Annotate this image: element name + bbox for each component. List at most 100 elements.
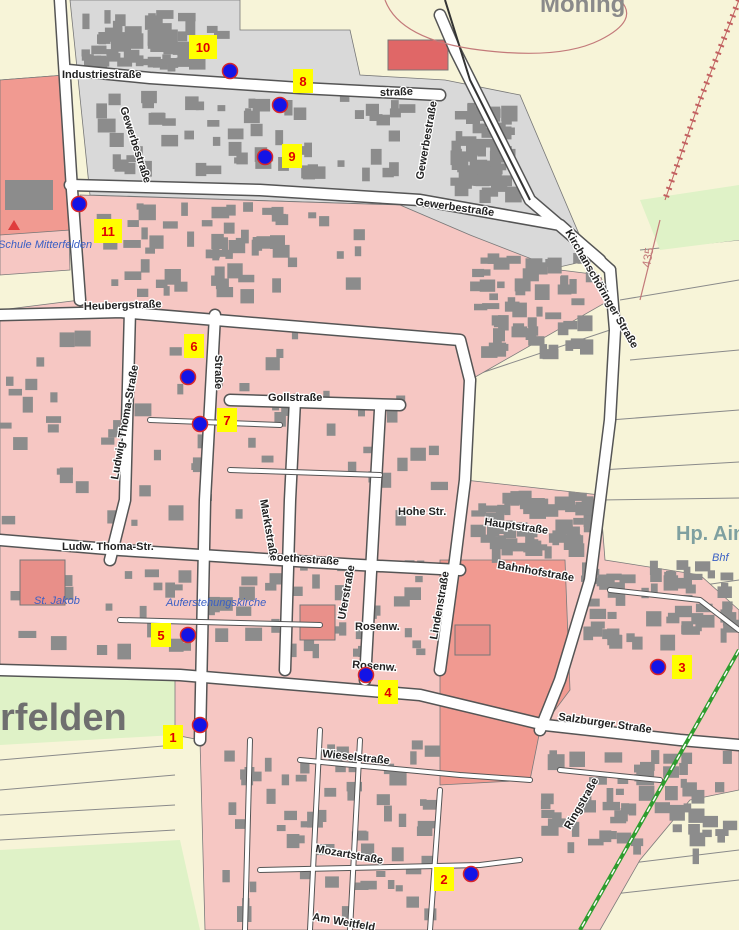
building (504, 502, 511, 516)
building (522, 268, 539, 282)
building (324, 787, 337, 797)
building (108, 93, 121, 106)
marker-dot[interactable] (191, 415, 209, 433)
building (391, 847, 404, 862)
building (153, 449, 161, 461)
building (633, 845, 641, 855)
building (404, 628, 412, 638)
building (245, 627, 263, 641)
building (276, 348, 284, 358)
building (567, 842, 575, 854)
building (688, 808, 705, 823)
marker-number: 11 (101, 224, 115, 239)
building (287, 257, 298, 268)
building (276, 825, 286, 832)
marker-dot[interactable] (256, 148, 274, 166)
building (681, 752, 693, 764)
building (265, 582, 277, 591)
building (153, 582, 163, 591)
building (354, 110, 364, 119)
building (101, 437, 115, 445)
building (497, 281, 505, 289)
marker-number: 3 (678, 660, 685, 675)
building (501, 538, 518, 550)
building (487, 253, 500, 264)
building (669, 804, 685, 821)
building (500, 321, 508, 329)
building (565, 340, 574, 351)
building (243, 202, 253, 212)
building (664, 571, 677, 581)
building (563, 320, 578, 330)
building (532, 540, 542, 553)
building (501, 105, 518, 122)
marker-dot[interactable] (462, 865, 480, 883)
building (240, 289, 254, 304)
building (650, 568, 662, 582)
building (604, 752, 623, 763)
building (300, 821, 312, 828)
building (149, 235, 164, 249)
map[interactable]: Moning rfelden Hp. Ain Bhf 4 3 5 St. Jakob… (0, 0, 739, 930)
building (235, 509, 243, 519)
building (554, 496, 570, 511)
marker-number: 8 (299, 74, 306, 89)
building (178, 570, 192, 583)
building (155, 23, 172, 34)
building (415, 576, 423, 583)
marker-number: 6 (190, 339, 197, 354)
building (430, 481, 448, 491)
building (451, 157, 469, 170)
building (91, 45, 107, 55)
building (129, 33, 144, 49)
building (266, 788, 276, 804)
building (144, 569, 159, 578)
building (602, 801, 620, 811)
building (722, 601, 733, 610)
building (720, 572, 734, 581)
building (493, 328, 502, 344)
building (59, 467, 73, 484)
marker-dot[interactable] (649, 658, 667, 676)
poi-label: Schule Mitterfelden (0, 239, 92, 251)
building (345, 277, 361, 290)
building (717, 586, 732, 598)
marker-dot[interactable] (70, 195, 88, 213)
marker-dot[interactable] (357, 666, 375, 684)
building (187, 231, 195, 247)
building (227, 263, 243, 279)
building (300, 762, 310, 774)
marker-dot[interactable] (191, 716, 209, 734)
building (262, 207, 273, 215)
building (660, 634, 676, 651)
building (81, 54, 94, 61)
building (575, 501, 593, 516)
building (224, 750, 235, 762)
street-label: Industriestraße (62, 69, 141, 81)
building (715, 782, 725, 793)
building (472, 123, 486, 134)
building (393, 596, 410, 607)
marker-dot[interactable] (221, 62, 239, 80)
building (353, 882, 369, 890)
building (471, 510, 486, 517)
marker-number: 1 (169, 730, 176, 745)
town-name-label: rfelden (0, 697, 127, 739)
building (241, 576, 258, 586)
building (22, 396, 33, 413)
building (207, 120, 220, 127)
street-label: Ludw. Thoma-Str. (62, 541, 154, 553)
building (701, 614, 715, 628)
building (353, 229, 365, 241)
marker-dot[interactable] (179, 626, 197, 644)
marker-dot[interactable] (179, 368, 197, 386)
building (606, 573, 622, 581)
building (211, 233, 224, 249)
building (365, 103, 379, 116)
building (201, 220, 213, 227)
building (428, 445, 439, 456)
building (82, 13, 90, 30)
building (416, 648, 426, 656)
poi-label: St. Jakob (34, 595, 80, 607)
marker-dot[interactable] (271, 96, 289, 114)
